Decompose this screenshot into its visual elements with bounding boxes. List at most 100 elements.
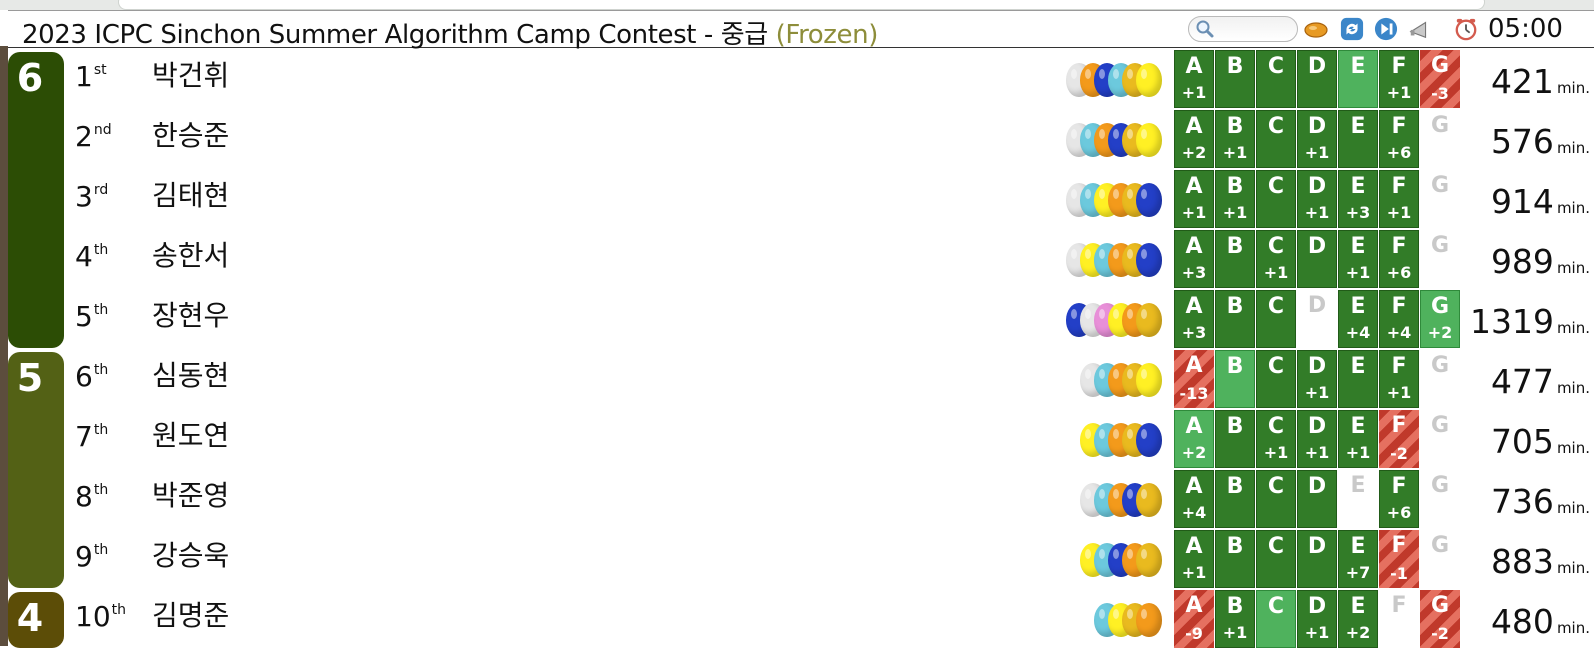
problem-cell-e[interactable]: E bbox=[1338, 350, 1378, 408]
problem-cell-f[interactable]: F -1 bbox=[1379, 530, 1419, 588]
problem-letter: G bbox=[1430, 413, 1450, 438]
problem-letter: E bbox=[1350, 294, 1366, 319]
problem-cell-a[interactable]: A +4 bbox=[1174, 470, 1214, 528]
problem-cell-g[interactable]: G bbox=[1420, 230, 1460, 288]
problem-cell-e[interactable]: E bbox=[1338, 470, 1378, 528]
attempt-count: +1 bbox=[1222, 203, 1248, 222]
problem-cell-d[interactable]: D +1 bbox=[1297, 590, 1337, 648]
problem-cell-a[interactable]: A -9 bbox=[1174, 590, 1214, 648]
problem-cell-c[interactable]: C bbox=[1256, 350, 1296, 408]
problem-cell-d[interactable]: D bbox=[1297, 530, 1337, 588]
problem-cell-g[interactable]: G bbox=[1420, 470, 1460, 528]
problem-letter: F bbox=[1391, 234, 1407, 259]
problem-cell-a[interactable]: A +1 bbox=[1174, 170, 1214, 228]
problem-cell-f[interactable]: F +4 bbox=[1379, 290, 1419, 348]
attempt-count: +1 bbox=[1181, 563, 1207, 582]
problem-cell-c[interactable]: C bbox=[1256, 470, 1296, 528]
problem-cell-e[interactable]: E +7 bbox=[1338, 530, 1378, 588]
problem-cell-a[interactable]: A -13 bbox=[1174, 350, 1214, 408]
problem-cell-b[interactable]: B bbox=[1215, 350, 1255, 408]
problem-cell-a[interactable]: A +3 bbox=[1174, 230, 1214, 288]
rank-number: 1 bbox=[75, 60, 93, 93]
team-row[interactable]: 1st 박건휘 A +1 B C D E F +1 G -3 421 min. bbox=[64, 50, 1594, 110]
balloon-icon bbox=[1136, 63, 1164, 101]
attempt-count: +1 bbox=[1304, 623, 1330, 642]
problem-cell-b[interactable]: B +1 bbox=[1215, 110, 1255, 168]
problem-cell-b[interactable]: B bbox=[1215, 410, 1255, 468]
team-row[interactable]: 6th 심동현 A -13 B C D +1 E F +1 G 477 min. bbox=[64, 350, 1594, 410]
problem-cell-c[interactable]: C +1 bbox=[1256, 410, 1296, 468]
search-input[interactable] bbox=[1188, 16, 1298, 42]
problem-cell-e[interactable]: E +2 bbox=[1338, 590, 1378, 648]
team-row[interactable]: 4th 송한서 A +3 B C +1 D E +1 F +6 G 989 min. bbox=[64, 230, 1594, 290]
problem-cell-f[interactable]: F +1 bbox=[1379, 50, 1419, 108]
refresh-icon[interactable] bbox=[1340, 17, 1364, 41]
team-row[interactable]: 7th 원도연 A +2 B C +1 D +1 E +1 F -2 G 705 min. bbox=[64, 410, 1594, 470]
problem-cell-a[interactable]: A +2 bbox=[1174, 410, 1214, 468]
problem-cell-b[interactable]: B bbox=[1215, 470, 1255, 528]
team-row[interactable]: 2nd 한승준 A +2 B +1 C D +1 E F +6 G 576 min. bbox=[64, 110, 1594, 170]
balloon-toggle-icon[interactable] bbox=[1304, 17, 1328, 41]
problem-letter: A bbox=[1185, 54, 1203, 79]
problem-cell-c[interactable]: C bbox=[1256, 50, 1296, 108]
problem-cell-e[interactable]: E +1 bbox=[1338, 410, 1378, 468]
problem-cell-f[interactable]: F +6 bbox=[1379, 110, 1419, 168]
team-row[interactable]: 10th 김명준 A -9 B +1 C D +1 E +2 F G -2 480 min. bbox=[64, 590, 1594, 650]
problem-cell-c[interactable]: C bbox=[1256, 290, 1296, 348]
problem-cell-b[interactable]: B bbox=[1215, 530, 1255, 588]
problem-cell-d[interactable]: D bbox=[1297, 470, 1337, 528]
problem-cell-e[interactable]: E +1 bbox=[1338, 230, 1378, 288]
skip-forward-icon[interactable] bbox=[1374, 17, 1398, 41]
score-unit: min. bbox=[1556, 319, 1590, 337]
problem-cell-f[interactable]: F +6 bbox=[1379, 230, 1419, 288]
problem-cell-e[interactable]: E +3 bbox=[1338, 170, 1378, 228]
problem-cell-f[interactable]: F bbox=[1379, 590, 1419, 648]
problem-cell-b[interactable]: B bbox=[1215, 290, 1255, 348]
problem-cell-d[interactable]: D bbox=[1297, 290, 1337, 348]
problem-cell-f[interactable]: F +6 bbox=[1379, 470, 1419, 528]
team-rank: 1st bbox=[75, 60, 107, 93]
problem-cell-g[interactable]: G bbox=[1420, 410, 1460, 468]
problem-cell-b[interactable]: B bbox=[1215, 230, 1255, 288]
problem-cell-e[interactable]: E +4 bbox=[1338, 290, 1378, 348]
problem-cell-a[interactable]: A +2 bbox=[1174, 110, 1214, 168]
problem-cell-d[interactable]: D +1 bbox=[1297, 170, 1337, 228]
problem-cell-f[interactable]: F +1 bbox=[1379, 350, 1419, 408]
problem-cell-c[interactable]: C bbox=[1256, 110, 1296, 168]
problem-cell-g[interactable]: G bbox=[1420, 350, 1460, 408]
problem-cell-b[interactable]: B bbox=[1215, 50, 1255, 108]
problem-cell-g[interactable]: G bbox=[1420, 110, 1460, 168]
problem-cell-e[interactable]: E bbox=[1338, 110, 1378, 168]
problem-cell-g[interactable]: G bbox=[1420, 170, 1460, 228]
problem-cell-d[interactable]: D +1 bbox=[1297, 350, 1337, 408]
problem-cell-g[interactable]: G +2 bbox=[1420, 290, 1460, 348]
problem-cell-b[interactable]: B +1 bbox=[1215, 590, 1255, 648]
problem-cell-c[interactable]: C bbox=[1256, 170, 1296, 228]
team-row[interactable]: 5th 장현우 A +3 B C D E +4 F +4 G +2 1319 min. bbox=[64, 290, 1594, 350]
team-row[interactable]: 9th 강승욱 A +1 B C D E +7 F -1 G 883 min. bbox=[64, 530, 1594, 590]
problem-cell-d[interactable]: D +1 bbox=[1297, 410, 1337, 468]
problem-cell-e[interactable]: E bbox=[1338, 50, 1378, 108]
address-bar[interactable] bbox=[118, 0, 1485, 10]
problem-cell-a[interactable]: A +1 bbox=[1174, 530, 1214, 588]
problem-cell-c[interactable]: C bbox=[1256, 530, 1296, 588]
problem-cell-g[interactable]: G -2 bbox=[1420, 590, 1460, 648]
problem-cell-c[interactable]: C +1 bbox=[1256, 230, 1296, 288]
problem-cell-d[interactable]: D bbox=[1297, 230, 1337, 288]
problem-cell-c[interactable]: C bbox=[1256, 590, 1296, 648]
team-name: 강승욱 bbox=[152, 539, 230, 572]
problem-cell-g[interactable]: G bbox=[1420, 530, 1460, 588]
problem-cell-f[interactable]: F -2 bbox=[1379, 410, 1419, 468]
team-row[interactable]: 8th 박준영 A +4 B C D E F +6 G 736 min. bbox=[64, 470, 1594, 530]
score-unit: min. bbox=[1556, 619, 1590, 637]
problem-cell-g[interactable]: G -3 bbox=[1420, 50, 1460, 108]
problem-cell-d[interactable]: D +1 bbox=[1297, 110, 1337, 168]
balloon-icon bbox=[1136, 363, 1164, 401]
team-row[interactable]: 3rd 김태현 A +1 B +1 C D +1 E +3 F +1 G 914 min. bbox=[64, 170, 1594, 230]
problem-cell-a[interactable]: A +1 bbox=[1174, 50, 1214, 108]
problem-cell-b[interactable]: B +1 bbox=[1215, 170, 1255, 228]
problem-cell-d[interactable]: D bbox=[1297, 50, 1337, 108]
announce-icon[interactable] bbox=[1408, 17, 1432, 41]
problem-cell-a[interactable]: A +3 bbox=[1174, 290, 1214, 348]
problem-cell-f[interactable]: F +1 bbox=[1379, 170, 1419, 228]
